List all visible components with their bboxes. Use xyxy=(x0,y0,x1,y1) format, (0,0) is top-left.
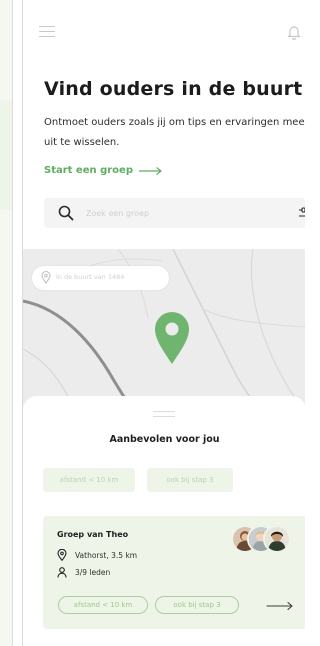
intro-text: Ontmoet ouders zoals jij om tips en erva… xyxy=(44,117,305,148)
location-pin-icon xyxy=(41,271,51,284)
location-pin-icon[interactable] xyxy=(154,311,190,366)
person-icon xyxy=(57,567,67,578)
recommendations-title: Aanbevolen voor jou xyxy=(109,434,220,445)
group-members-row: 3/9 leden xyxy=(57,567,110,578)
sliders-filter-icon[interactable] xyxy=(298,206,305,220)
start-group-link[interactable]: Start een groep xyxy=(44,165,163,176)
sheet-drag-handle[interactable] xyxy=(153,411,175,418)
background-app-panel xyxy=(0,0,13,646)
top-bar xyxy=(23,0,305,66)
group-name: Groep van Theo xyxy=(57,530,129,539)
group-location-row: Vathorst, 3.5 km xyxy=(57,549,137,561)
search-icon xyxy=(58,205,74,221)
filter-chip-step[interactable]: ook bij stap 3 xyxy=(147,468,233,492)
bell-icon[interactable] xyxy=(287,24,301,40)
arrow-right-icon xyxy=(139,166,162,175)
bottom-sheet: Aanbevolen voor jou afstand < 10 km ook … xyxy=(23,396,305,646)
location-chip-label: in de buurt van 1484 xyxy=(56,273,125,281)
group-tag-distance: afstand < 10 km xyxy=(58,596,148,614)
background-panel-highlight xyxy=(0,100,12,210)
group-card[interactable]: Groep van Theo Vathorst, 3.5 km 3/9 lede… xyxy=(43,516,305,629)
start-group-label: Start een groep xyxy=(44,165,133,176)
avatar xyxy=(263,525,291,553)
hamburger-menu-icon[interactable] xyxy=(39,26,55,38)
group-members: 3/9 leden xyxy=(75,568,111,577)
member-avatars xyxy=(231,525,291,557)
phone-screen: Vind ouders in de buurt Ontmoet ouders z… xyxy=(22,0,305,646)
search-bar xyxy=(44,198,305,228)
page-title: Vind ouders in de buurt xyxy=(44,78,303,100)
search-input[interactable] xyxy=(86,204,256,222)
map-view[interactable]: in de buurt van 1484 xyxy=(23,249,305,419)
group-location: Vathorst, 3.5 km xyxy=(75,550,138,560)
location-pin-icon xyxy=(57,549,67,561)
group-tag-step: ook bij stap 3 xyxy=(155,596,239,614)
filter-chip-distance[interactable]: afstand < 10 km xyxy=(43,468,135,492)
location-chip[interactable]: in de buurt van 1484 xyxy=(32,266,169,290)
arrow-right-icon[interactable] xyxy=(265,601,295,611)
